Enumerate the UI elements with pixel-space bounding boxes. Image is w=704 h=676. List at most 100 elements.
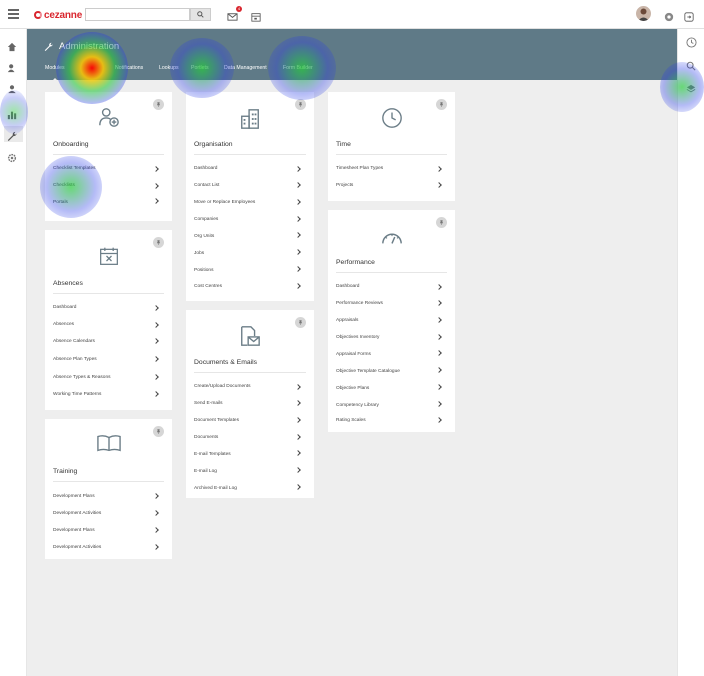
link-contact-list[interactable]: Contact List <box>194 183 300 188</box>
divider <box>336 154 447 155</box>
pin-icon[interactable] <box>295 317 306 328</box>
clock-icon <box>381 107 403 134</box>
card-onboarding: Onboarding Checklist Templates Checklist… <box>45 92 172 221</box>
link-email-templates[interactable]: E-mail Templates <box>194 452 300 457</box>
calendar-cross-icon <box>99 246 119 271</box>
avatar[interactable] <box>636 6 651 21</box>
tab-notifications[interactable]: Notifications <box>115 65 143 71</box>
admin-wrench-icon[interactable] <box>4 126 23 142</box>
link-dashboard[interactable]: Dashboard <box>336 284 441 289</box>
divider <box>53 293 164 294</box>
link-archived-email-log[interactable]: Archived E-mail Log <box>194 486 300 491</box>
pin-icon[interactable] <box>295 99 306 110</box>
link-absence-calendars[interactable]: Absence Calendars <box>53 339 158 344</box>
link-objective-plans[interactable]: Objective Plans <box>336 386 441 391</box>
link-cost-centres[interactable]: Cost Centres <box>194 284 300 289</box>
link-development-plans[interactable]: Development Plans <box>53 528 158 533</box>
link-rating-scales[interactable]: Rating Scales <box>336 418 441 423</box>
team-icon[interactable] <box>7 60 19 73</box>
card-title: Time <box>336 141 351 148</box>
link-projects[interactable]: Projects <box>336 183 441 188</box>
card-title: Absences <box>53 280 83 287</box>
search-button[interactable] <box>190 8 211 21</box>
pin-icon[interactable] <box>153 426 164 437</box>
link-absences[interactable]: Absences <box>53 322 158 327</box>
link-competency-library[interactable]: Competency Library <box>336 403 441 408</box>
link-org-units[interactable]: Org Units <box>194 234 300 239</box>
link-development-activities[interactable]: Development Activities <box>53 511 158 516</box>
pin-icon[interactable] <box>153 237 164 248</box>
reports-icon[interactable] <box>7 107 19 120</box>
link-move-replace-employees[interactable]: Move or Replace Employees <box>194 200 300 205</box>
notification-badge: 4 <box>236 6 242 12</box>
tab-modules[interactable]: Modules <box>45 65 65 82</box>
link-positions[interactable]: Positions <box>194 268 300 273</box>
link-performance-reviews[interactable]: Performance Reviews <box>336 301 441 306</box>
card-title: Training <box>53 468 78 475</box>
search-input[interactable] <box>85 8 190 21</box>
link-objective-template-catalogue[interactable]: Objective Template Catalogue <box>336 369 441 374</box>
divider <box>194 372 306 373</box>
logout-icon[interactable] <box>684 9 695 22</box>
help-icon[interactable] <box>664 9 675 22</box>
link-jobs[interactable]: Jobs <box>194 251 300 256</box>
calendar-icon[interactable] <box>251 9 262 22</box>
link-dashboard[interactable]: Dashboard <box>53 305 158 310</box>
link-send-emails[interactable]: Send E-mails <box>194 401 300 406</box>
settings-gear-icon[interactable] <box>7 150 19 163</box>
link-dashboard[interactable]: Dashboard <box>194 166 300 171</box>
pin-icon[interactable] <box>436 217 447 228</box>
link-appraisal-forms[interactable]: Appraisal Forms <box>336 352 441 357</box>
page-title: Administration <box>44 41 119 52</box>
link-objectives-inventory[interactable]: Objectives Inventory <box>336 335 441 340</box>
pin-icon[interactable] <box>153 99 164 110</box>
link-documents[interactable]: Documents <box>194 435 300 440</box>
link-checklists[interactable]: Checklists <box>53 183 158 188</box>
link-appraisals[interactable]: Appraisals <box>336 318 441 323</box>
logo[interactable]: cezanne <box>34 8 82 22</box>
link-email-log[interactable]: E-mail Log <box>194 469 300 474</box>
pin-icon[interactable] <box>436 99 447 110</box>
link-absence-plan-types[interactable]: Absence Plan Types <box>53 357 158 362</box>
clock-icon[interactable] <box>686 35 697 48</box>
menu-icon[interactable] <box>8 9 19 19</box>
page-title-text: Administration <box>59 41 120 52</box>
divider <box>53 154 164 155</box>
buildings-icon <box>239 108 261 135</box>
divider <box>194 154 306 155</box>
link-create-upload-documents[interactable]: Create/Upload Documents <box>194 384 300 389</box>
add-user-icon <box>98 106 120 133</box>
link-timesheet-plan-types[interactable]: Timesheet Plan Types <box>336 166 441 171</box>
logo-mark-icon <box>34 11 42 19</box>
admin-header <box>27 29 677 80</box>
link-companies[interactable]: Companies <box>194 217 300 222</box>
person-icon[interactable] <box>7 81 19 94</box>
card-organisation: Organisation Dashboard Contact List Move… <box>186 92 314 301</box>
link-development-activities[interactable]: Development Activities <box>53 545 158 550</box>
link-working-time-patterns[interactable]: Working Time Patterns <box>53 392 158 397</box>
card-absences: Absences Dashboard Absences Absence Cale… <box>45 230 172 410</box>
tab-form-builder[interactable]: Form Builder <box>283 65 313 71</box>
divider <box>53 481 164 482</box>
card-training: Training Development Plans Development A… <box>45 419 172 559</box>
link-document-templates[interactable]: Document Templates <box>194 418 300 423</box>
top-bar: cezanne 4 <box>0 0 704 29</box>
tab-lookups[interactable]: Lookups <box>159 65 179 71</box>
card-title: Onboarding <box>53 141 89 148</box>
layers-icon[interactable] <box>686 81 697 93</box>
link-absence-types-reasons[interactable]: Absence Types & Reasons <box>53 375 158 380</box>
link-portals[interactable]: Portals <box>53 200 158 205</box>
search-icon[interactable] <box>686 58 697 71</box>
gauge-icon <box>381 229 403 250</box>
link-development-plans[interactable]: Development Plans <box>53 494 158 499</box>
tab-data-management[interactable]: Data Management <box>224 65 267 71</box>
card-title: Performance <box>336 259 375 266</box>
card-title: Documents & Emails <box>194 359 258 366</box>
search-icon <box>197 11 204 18</box>
wrench-icon <box>44 42 53 51</box>
home-icon[interactable] <box>7 39 19 52</box>
card-title: Organisation <box>194 141 233 148</box>
tab-portlets[interactable]: Portlets <box>191 65 209 71</box>
link-checklist-templates[interactable]: Checklist Templates <box>53 166 158 171</box>
left-nav <box>0 29 27 676</box>
